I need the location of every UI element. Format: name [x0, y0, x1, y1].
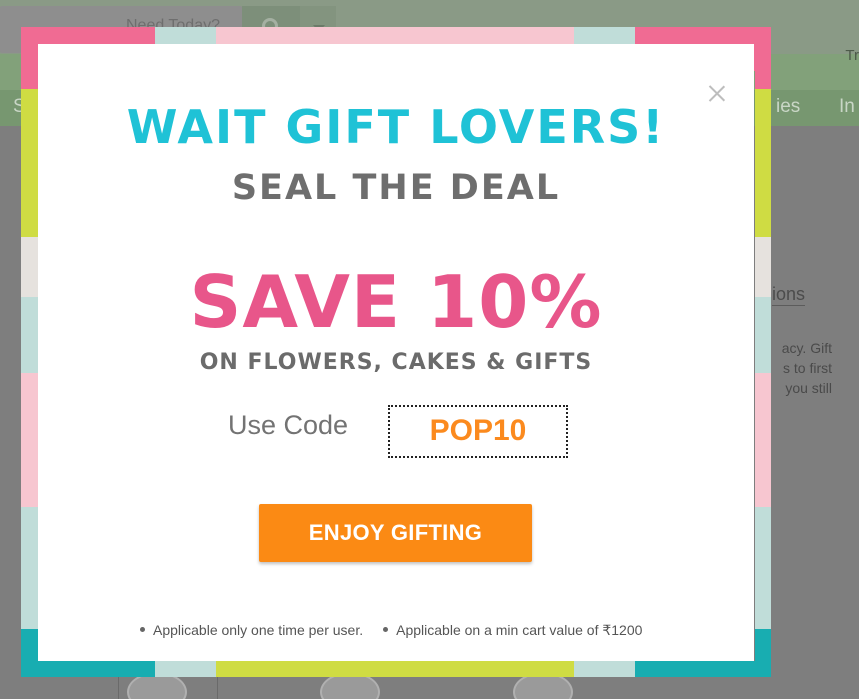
frame-segment [755, 373, 771, 507]
frame-segment [216, 661, 574, 677]
frame-segment [755, 297, 771, 373]
frame-segment [755, 237, 771, 297]
frame-segment [155, 661, 216, 677]
paragraph-line: you still [785, 380, 832, 396]
coupon-code-box[interactable]: POP10 [388, 405, 568, 458]
paragraph-line: acy. Gift [781, 340, 832, 356]
terms-text: Applicable on a min cart value of ₹1200 [396, 622, 643, 638]
use-code-label: Use Code [228, 410, 349, 440]
frame-segment [755, 71, 771, 89]
modal-subheadline: SEAL THE DEAL [231, 168, 561, 208]
frame-segment [635, 661, 771, 677]
bullet-icon [140, 627, 145, 633]
terms-item: Applicable on a min cart value of ₹1200 [383, 622, 642, 639]
terms-list: Applicable only one time per user. Applic… [140, 622, 680, 639]
frame-segment [574, 661, 635, 677]
background-link[interactable]: ions [772, 284, 806, 306]
paragraph-line: s to first [782, 360, 832, 376]
frame-segment [755, 89, 771, 237]
offer-detail: ON FLOWERS, CAKES & GIFTS [199, 350, 593, 375]
frame-segment [755, 507, 771, 629]
coupon-code[interactable]: POP10 [390, 407, 566, 455]
offer-text: SAVE 10% [189, 260, 603, 344]
frame-segment [21, 661, 155, 677]
terms-text: Applicable only one time per user. [153, 622, 364, 638]
background-top-right-text[interactable]: Tr [845, 47, 859, 64]
background-paragraph: acy. Gift s to first you still [772, 338, 832, 398]
background-nav-item[interactable]: ies [776, 96, 800, 118]
modal-headline: WAIT GIFT LOVERS! [126, 100, 666, 154]
terms-item: Applicable only one time per user. [140, 622, 363, 638]
bullet-icon [383, 627, 389, 633]
background-nav-item[interactable]: In [839, 96, 855, 118]
enjoy-gifting-button[interactable]: ENJOY GIFTING [259, 504, 532, 562]
